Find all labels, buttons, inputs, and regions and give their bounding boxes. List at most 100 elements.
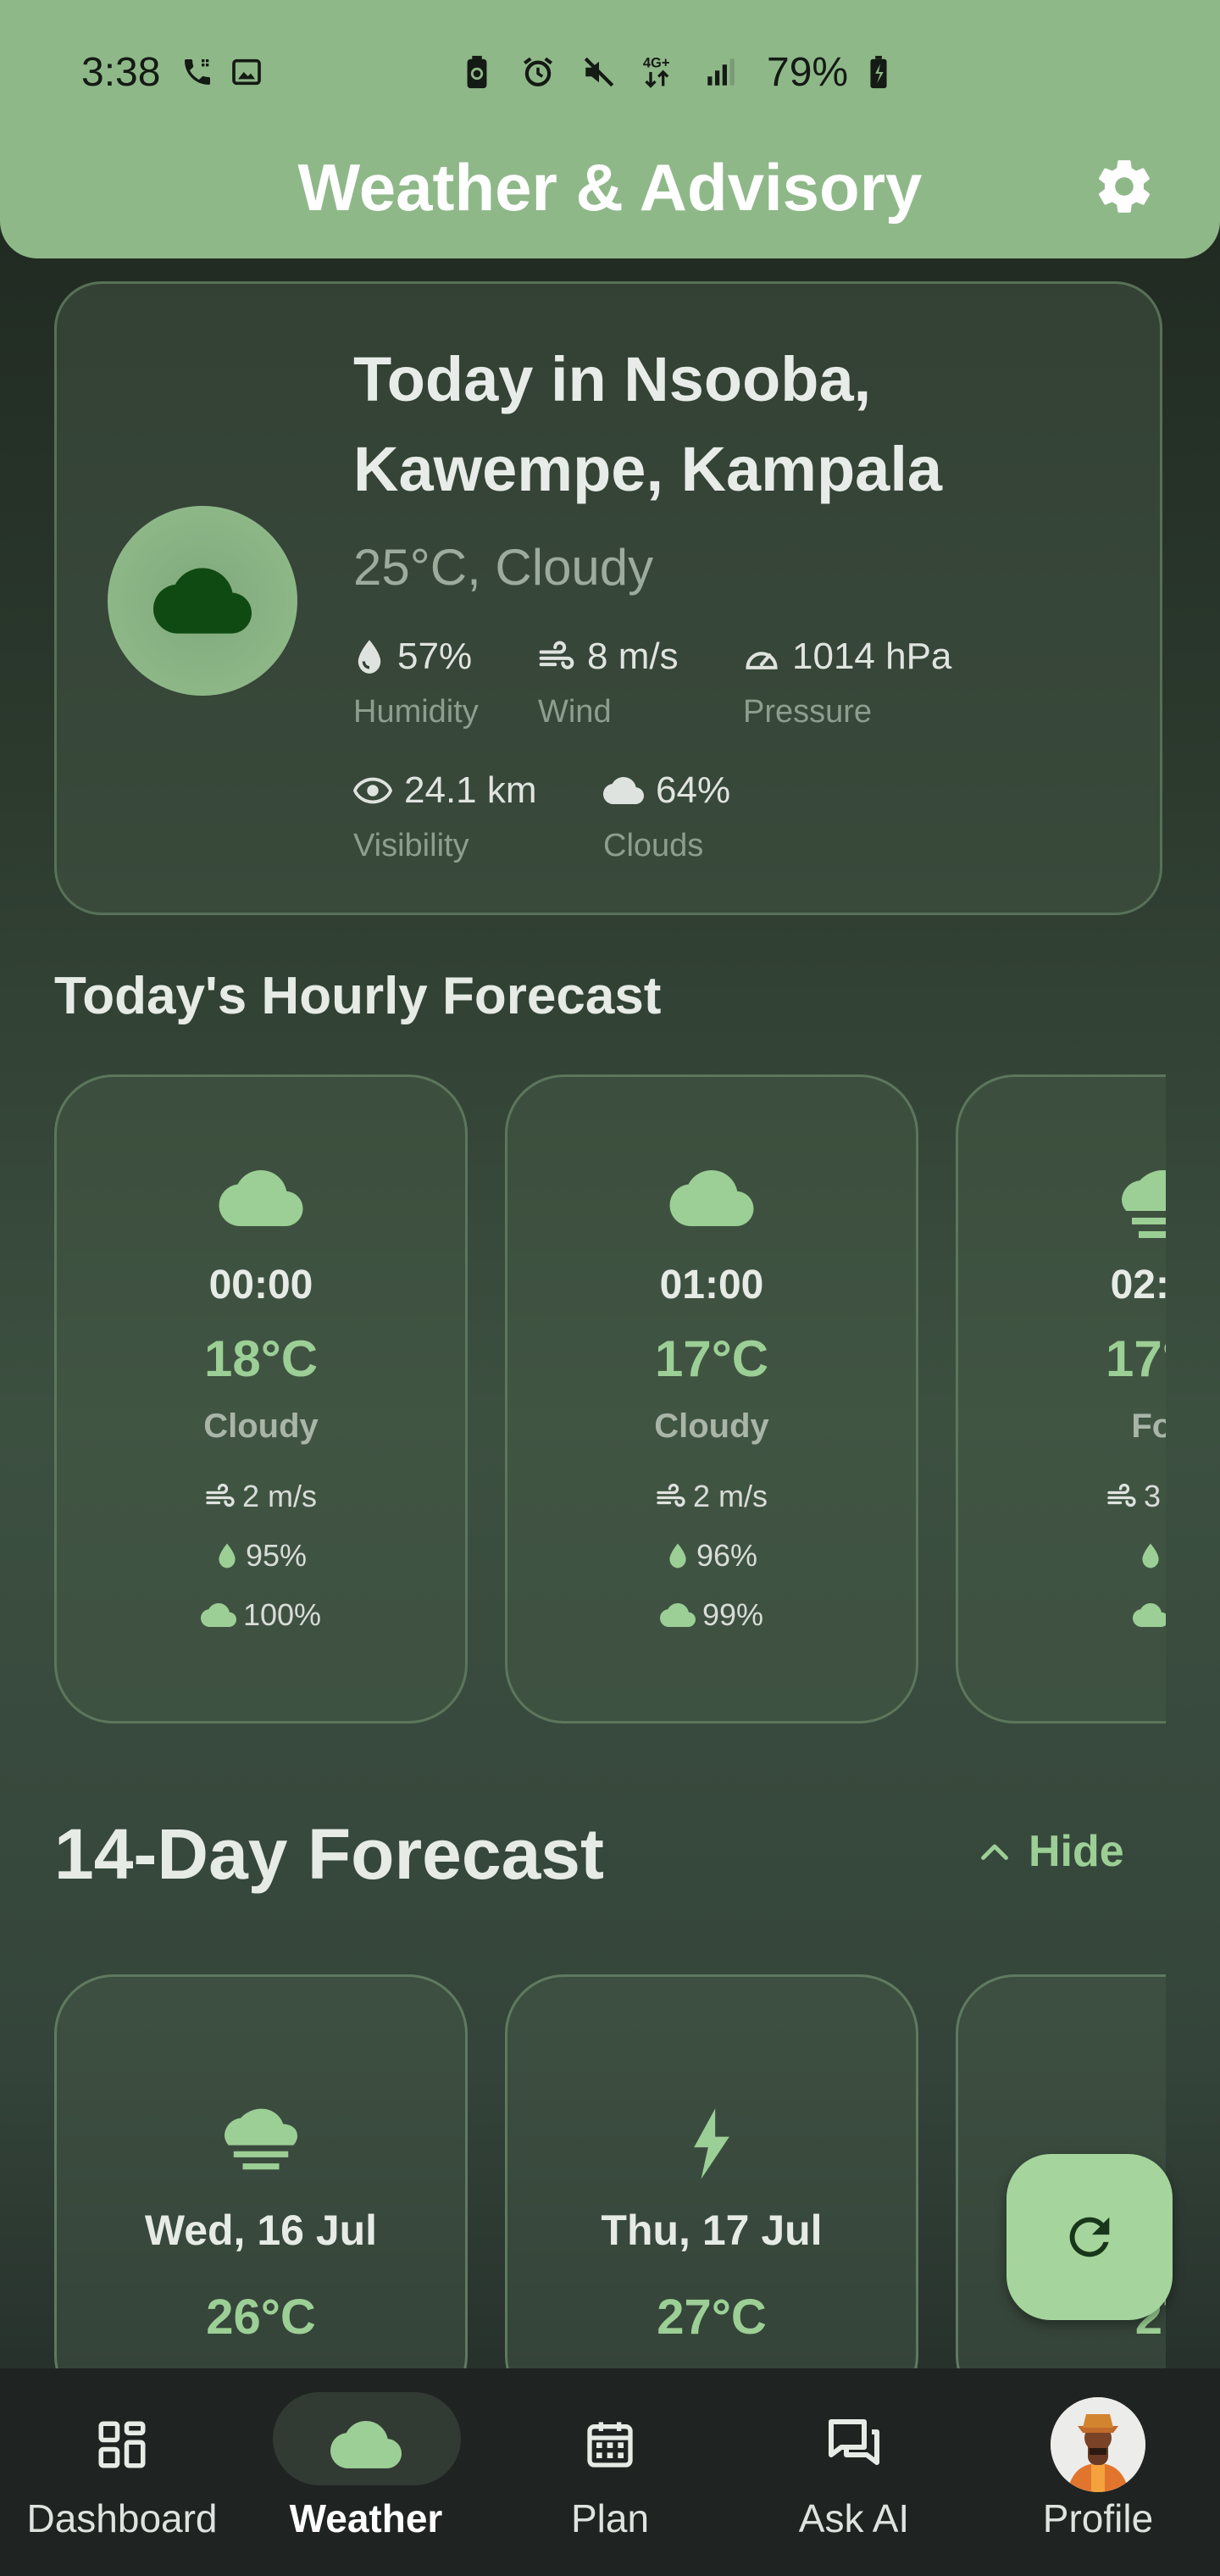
avatar <box>1051 2397 1145 2492</box>
daily-section-title: 14-Day Forecast <box>54 1814 604 1894</box>
nav-plan[interactable]: Plan <box>488 2368 732 2576</box>
nav-ask-ai[interactable]: Ask AI <box>732 2368 976 2576</box>
hourly-section-title: Today's Hourly Forecast <box>54 967 662 1025</box>
hourly-condition: Fog <box>1131 1407 1166 1445</box>
pressure-value: 1014 hPa <box>792 636 952 677</box>
eye-icon <box>353 777 392 804</box>
hide-forecast-button[interactable]: Hide <box>979 1826 1124 1877</box>
humidity-drop-icon <box>669 1543 686 1568</box>
wind-icon <box>1107 1484 1136 1507</box>
settings-button[interactable] <box>1093 155 1156 218</box>
humidity-drop-icon <box>219 1543 236 1568</box>
refresh-icon <box>1069 2217 1110 2257</box>
nav-label: Profile <box>1042 2496 1154 2540</box>
hourly-temp: 17°C <box>654 1330 769 1387</box>
current-weather-icon-badge <box>108 506 297 696</box>
hourly-card[interactable]: 01:00 17°C Cloudy 2 m/s 96% 99% <box>505 1074 918 1724</box>
metric-wind: 8 m/s Wind <box>538 631 679 730</box>
hourly-time: 00:00 <box>208 1263 313 1307</box>
pressure-label: Pressure <box>743 694 873 730</box>
hourly-time: 02:00 <box>1110 1263 1166 1307</box>
hourly-humidity-value: 95% <box>245 1538 308 1573</box>
hourly-condition: Cloudy <box>654 1407 769 1445</box>
nav-dashboard[interactable]: Dashboard <box>0 2368 244 2576</box>
refresh-button[interactable] <box>1006 2154 1173 2320</box>
current-weather-card: Today in Nsooba, Kawempe, Kampala 25°C, … <box>54 281 1162 915</box>
hourly-time: 01:00 <box>659 1263 764 1307</box>
hourly-wind: 2 m/s <box>57 1479 465 1514</box>
battery-percentage: 79% <box>767 49 849 95</box>
hourly-temp: 17°C <box>1105 1330 1166 1387</box>
bottom-navigation: Dashboard Weather Plan Ask AI Profile <box>0 2368 1220 2576</box>
battery-icon <box>860 53 897 91</box>
daily-date: Wed, 16 Jul <box>144 2207 378 2254</box>
wind-icon <box>657 1484 685 1507</box>
calendar-icon <box>587 2422 633 2468</box>
hourly-clouds-value: 100% <box>242 1597 322 1632</box>
network-type-icon: 4G+ <box>641 53 679 91</box>
hourly-clouds: 7 <box>958 1597 1166 1633</box>
hourly-humidity: 95% <box>57 1538 465 1574</box>
app-header: 3:38 4G+ 79% Weather & Advisory <box>0 0 1220 258</box>
metric-visibility: 24.1 km Visibility <box>353 765 537 864</box>
daily-forecast-list[interactable]: Wed, 16 Jul 26°C Thu, 17 Jul 27°C 27 <box>54 1974 1166 2373</box>
cloud-icon <box>153 568 252 634</box>
nav-label: Plan <box>570 2496 650 2540</box>
hourly-condition: Cloudy <box>203 1407 319 1445</box>
daily-temp: 26°C <box>206 2290 316 2345</box>
daily-card[interactable]: Wed, 16 Jul 26°C <box>54 1974 468 2373</box>
svg-text:4G+: 4G+ <box>643 56 670 71</box>
hourly-humidity: 9 <box>958 1538 1166 1574</box>
signal-icon <box>702 53 740 91</box>
cloud-icon <box>219 1170 303 1226</box>
hourly-clouds-value: 99% <box>702 1597 764 1632</box>
status-bar: 3:38 4G+ 79% <box>81 47 1139 97</box>
metric-humidity: 57% Humidity <box>353 631 479 730</box>
humidity-value: 57% <box>397 636 473 677</box>
alarm-icon <box>519 53 557 91</box>
hourly-wind: 3 m/s <box>958 1479 1166 1514</box>
hourly-card[interactable]: 02:00 17°C Fog 3 m/s 9 7 <box>956 1074 1166 1724</box>
hourly-temp: 18°C <box>203 1330 319 1387</box>
location-title: Today in Nsooba, Kawempe, Kampala <box>353 344 943 504</box>
hourly-forecast-list[interactable]: 00:00 18°C Cloudy 2 m/s 95% 100% 01:00 1… <box>54 1074 1166 1727</box>
cloud-icon <box>669 1170 754 1226</box>
visibility-label: Visibility <box>353 828 469 863</box>
nav-profile[interactable]: Profile <box>976 2368 1220 2576</box>
visibility-value: 24.1 km <box>404 769 537 811</box>
humidity-drop-icon <box>358 640 381 674</box>
hourly-humidity: 96% <box>507 1538 916 1574</box>
hourly-humidity-value: 96% <box>696 1538 758 1573</box>
hourly-wind-value: 3 m/s <box>1143 1479 1166 1513</box>
cloud-icon <box>200 1603 236 1627</box>
metric-clouds: 64% Clouds <box>603 765 730 864</box>
wind-label: Wind <box>538 694 612 730</box>
fog-icon <box>225 2108 297 2170</box>
daily-date: Thu, 17 Jul <box>601 2207 823 2254</box>
fog-icon <box>1122 1170 1166 1238</box>
current-summary: 25°C, Cloudy <box>353 539 654 596</box>
dashboard-icon <box>98 2421 146 2468</box>
cloud-icon <box>1132 1603 1166 1627</box>
nav-weather[interactable]: Weather <box>244 2368 488 2576</box>
page-title: Weather & Advisory <box>297 150 923 225</box>
daily-temp: 27°C <box>657 2290 767 2345</box>
hourly-wind: 2 m/s <box>507 1479 916 1514</box>
nav-label: Weather <box>289 2496 443 2540</box>
humidity-label: Humidity <box>353 694 479 730</box>
image-icon <box>228 53 265 91</box>
hourly-card[interactable]: 00:00 18°C Cloudy 2 m/s 95% 100% <box>54 1074 468 1724</box>
chevron-up-icon <box>981 1844 1008 1860</box>
wind-icon <box>206 1484 235 1507</box>
gauge-icon <box>746 652 778 669</box>
mute-icon <box>580 53 618 91</box>
clouds-value: 64% <box>656 769 731 811</box>
status-icons: 4G+ 79% <box>458 49 909 96</box>
status-time: 3:38 <box>81 49 161 95</box>
battery-saver-icon <box>458 53 496 91</box>
hourly-clouds: 100% <box>57 1597 465 1633</box>
chat-icon <box>829 2419 879 2465</box>
daily-card[interactable]: Thu, 17 Jul 27°C <box>505 1974 918 2373</box>
metric-pressure: 1014 hPa Pressure <box>743 631 951 730</box>
humidity-drop-icon <box>1142 1543 1159 1568</box>
